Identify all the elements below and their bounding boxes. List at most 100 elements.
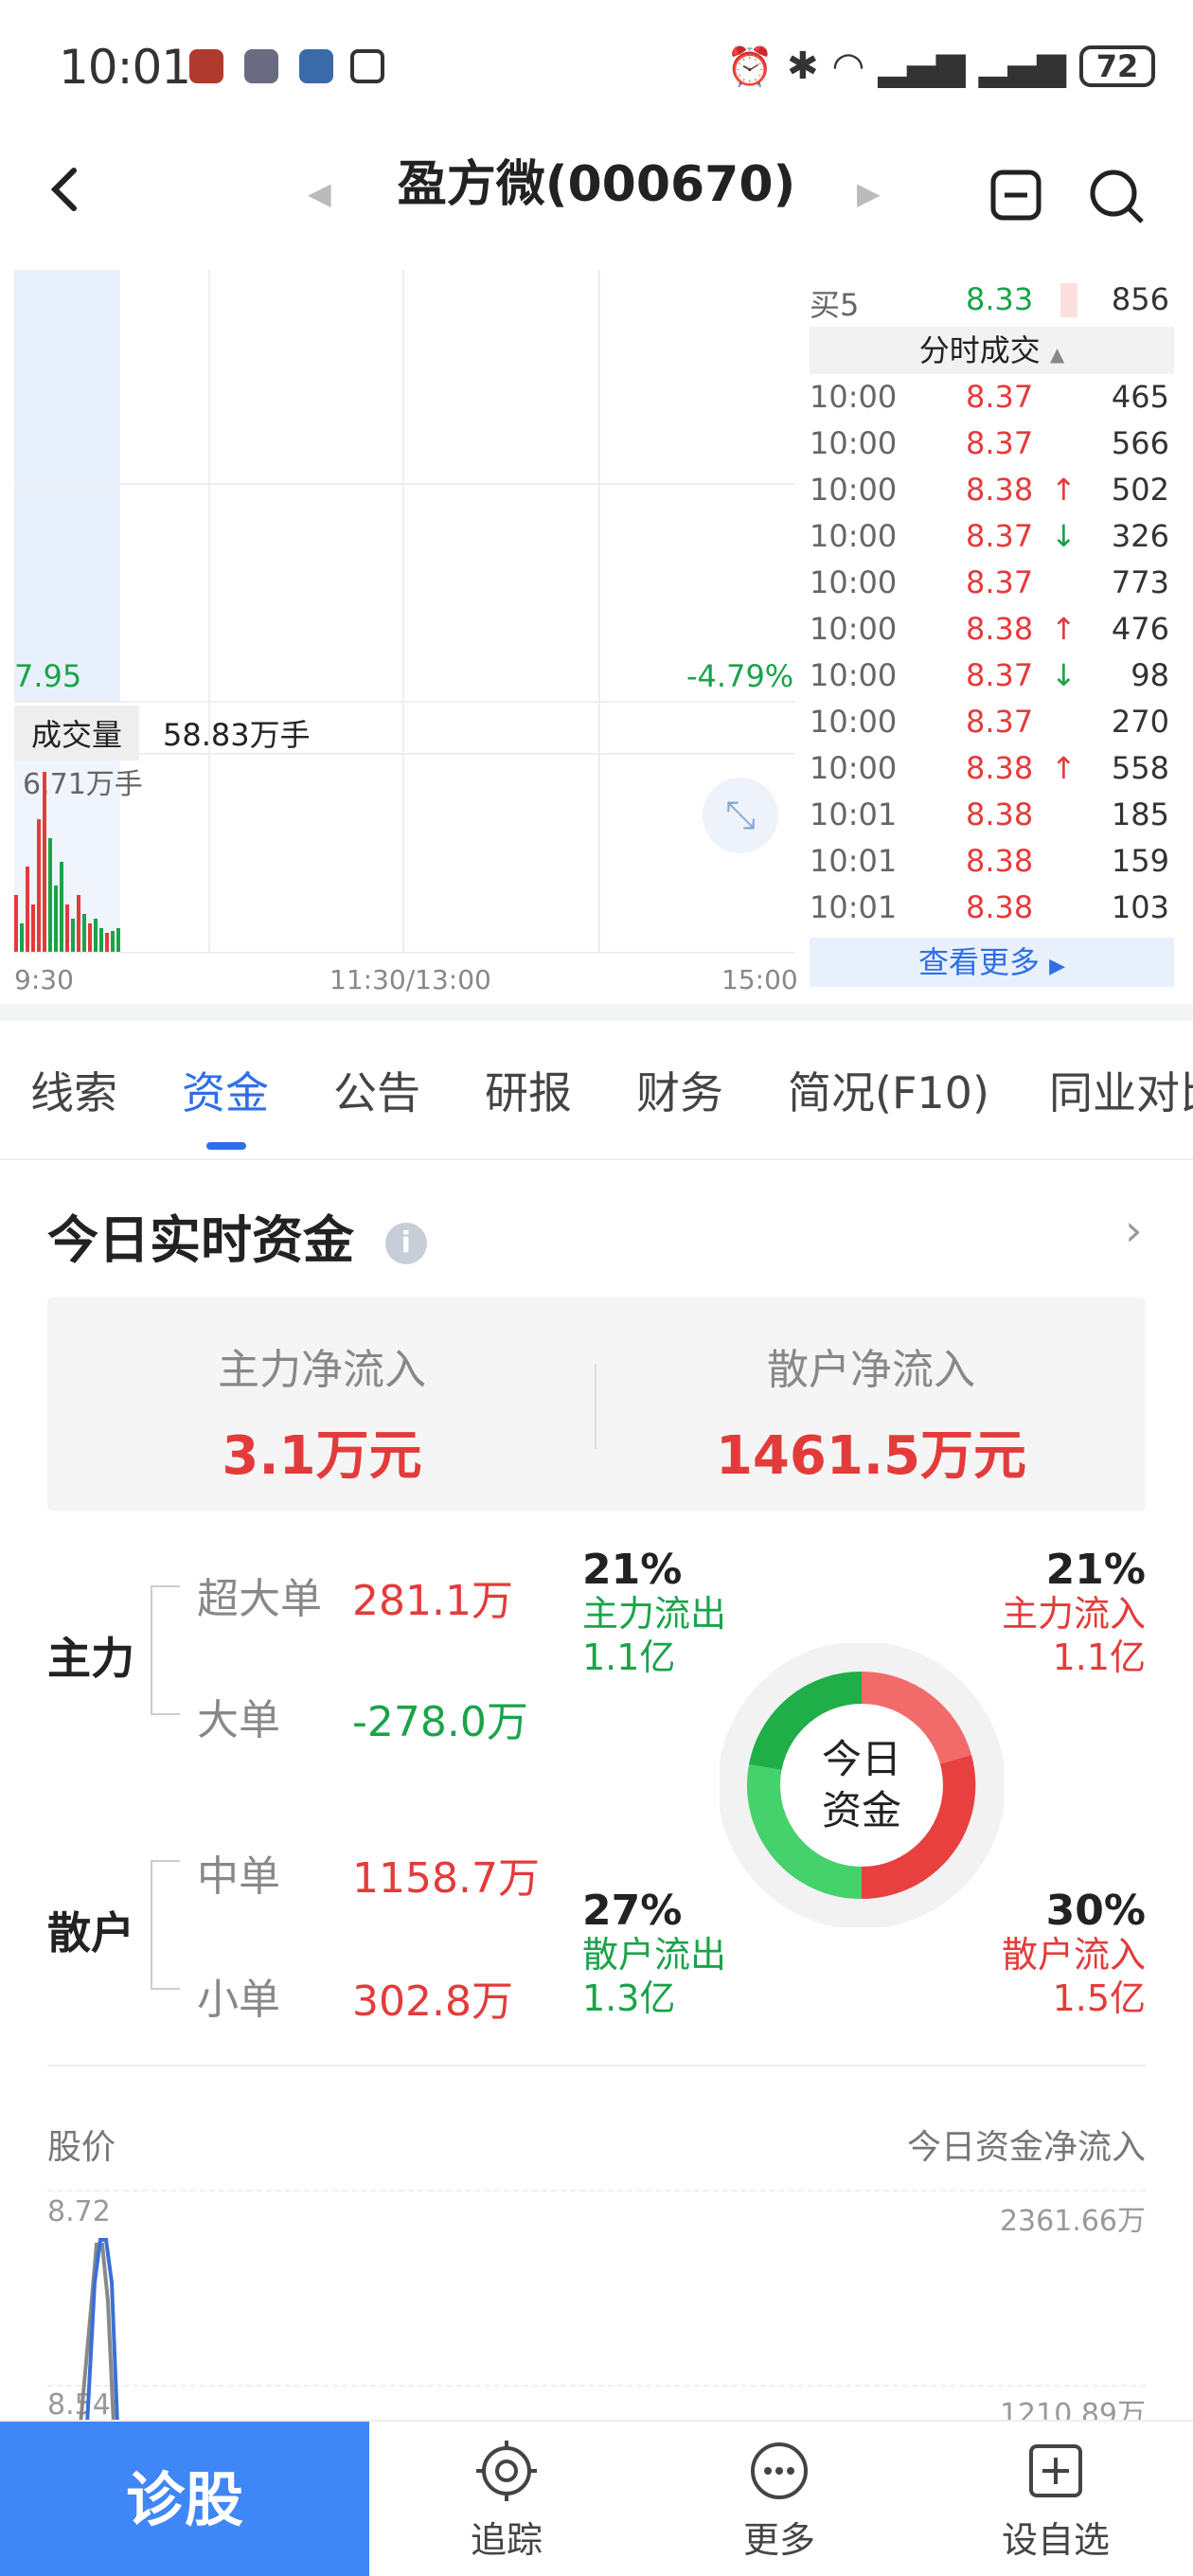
tab-bar: 线索 资金 公告 研报 财务 简况(F10) 同业对比: [0, 1004, 1193, 1160]
signal-icon: ▂▄▆: [878, 45, 966, 88]
diagnose-button[interactable]: 诊股: [0, 2422, 369, 2576]
trade-row: 10:00 8.37 566: [810, 425, 1184, 472]
trade-price: 8.38: [966, 889, 1034, 925]
trade-price: 8.37: [966, 518, 1034, 554]
add-icon: [1029, 2444, 1082, 2497]
grid-line: [14, 952, 795, 954]
tree-lines: [151, 1585, 180, 1990]
trade-price: 8.37: [966, 425, 1034, 461]
app-notification-icon: [244, 49, 278, 83]
minimize-icon[interactable]: [989, 169, 1042, 222]
app-notification-icon: [299, 49, 333, 83]
trade-price: 8.38: [966, 796, 1034, 832]
grid-line: [47, 2190, 1146, 2191]
medium-value: 1158.7万: [352, 1854, 540, 1903]
sort-up-icon: ▲: [1049, 343, 1065, 366]
trade-row: 10:00 8.38 ↑ 502: [810, 472, 1184, 518]
trade-volume: 476: [1111, 611, 1169, 647]
trade-row: 10:01 8.38 185: [810, 796, 1184, 843]
trade-time: 10:00: [810, 472, 898, 508]
tab-research[interactable]: 研报: [485, 1059, 572, 1121]
trade-price: 8.38: [966, 611, 1034, 647]
trade-volume: 566: [1111, 425, 1169, 461]
trade-volume: 465: [1111, 379, 1169, 415]
flow-chart-lines: [79, 2238, 119, 2424]
price-low-label: 7.95: [14, 658, 82, 694]
retail-group-label: 散户: [47, 1907, 134, 1959]
funds-donut-chart[interactable]: 今日 资金: [718, 1641, 1006, 1929]
grid-line: [14, 701, 795, 703]
tab-active-indicator: [206, 1142, 246, 1150]
trades-header[interactable]: 分时成交 ▲: [810, 327, 1174, 374]
arrow-down-icon: ↓: [1051, 518, 1077, 554]
trade-row: 10:00 8.38 ↑ 558: [810, 750, 1184, 796]
expand-button[interactable]: ⤡: [703, 778, 778, 853]
retail-inflow: 30% 散户流入 1.5亿: [1001, 1887, 1146, 2020]
track-button[interactable]: 追踪: [417, 2422, 596, 2576]
flow-chart-left-title: 股价: [47, 2128, 116, 2167]
trade-time: 10:00: [810, 518, 898, 554]
main-outflow: 21% 主力流出 1.1亿: [582, 1546, 727, 1679]
target-icon: [476, 2441, 537, 2501]
trade-time: 10:01: [810, 843, 898, 879]
divider: [47, 2065, 1146, 2066]
trade-price: 8.38: [966, 472, 1034, 508]
alarm-icon: ⏰: [726, 45, 774, 89]
grid-line: [402, 270, 404, 952]
info-icon[interactable]: i: [384, 1223, 427, 1265]
tab-finance[interactable]: 财务: [636, 1059, 723, 1121]
trade-row: 10:00 8.37 270: [810, 704, 1184, 750]
x-axis-label: 11:30/13:00: [329, 964, 491, 995]
small-value: 302.8万: [352, 1977, 513, 2026]
large-label: 大单: [197, 1696, 280, 1744]
tab-announcements[interactable]: 公告: [333, 1059, 420, 1121]
tab-overview[interactable]: 简况(F10): [788, 1059, 989, 1121]
add-watchlist-button[interactable]: 设自选: [966, 2422, 1146, 2576]
donut-center-label: 今日 资金: [821, 1736, 901, 1834]
next-stock-icon[interactable]: ▶: [857, 175, 881, 211]
tab-funds[interactable]: 资金: [182, 1059, 269, 1121]
trade-time: 10:00: [810, 657, 898, 693]
trade-row: 10:00 8.37 ↓ 98: [810, 657, 1184, 704]
x-axis-label: 9:30: [14, 964, 74, 995]
y-axis-label: 2361.66万: [999, 2205, 1146, 2238]
wifi-icon: ◠: [831, 45, 865, 88]
intraday-chart[interactable]: 7.95 -4.79% 成交量 58.83万手 6.71万手 ⤡ 9:30 11…: [0, 270, 800, 1004]
grid-line: [598, 270, 600, 952]
volume-bars: [14, 772, 120, 952]
super-large-value: 281.1万: [352, 1577, 513, 1625]
main-inflow: 21% 主力流入 1.1亿: [1001, 1546, 1146, 1679]
chevron-right-icon[interactable]: ›: [1125, 1205, 1142, 1256]
trade-volume: 773: [1111, 564, 1169, 600]
grid-line: [208, 270, 210, 952]
medium-label: 中单: [197, 1852, 280, 1901]
status-time: 10:01: [59, 40, 191, 95]
trade-row: 10:00 8.37 773: [810, 564, 1184, 611]
grid-line: [14, 483, 795, 485]
chart-highlight: [14, 270, 120, 701]
trade-time: 10:00: [810, 750, 898, 786]
more-icon: [751, 2442, 808, 2499]
see-more-button[interactable]: 查看更多 ▶: [810, 938, 1174, 987]
arrow-down-icon: ↓: [1051, 657, 1077, 693]
trade-time: 10:00: [810, 425, 898, 461]
search-icon[interactable]: [1087, 167, 1146, 225]
trade-row: 10:00 8.37 ↓ 326: [810, 518, 1184, 564]
trade-price: 8.38: [966, 750, 1034, 786]
nfc-icon: [350, 49, 384, 83]
trade-volume: 159: [1111, 843, 1169, 879]
arrow-up-icon: ↑: [1051, 750, 1077, 786]
order-book-row: 买5 8.33 856: [810, 281, 1169, 323]
tab-peers[interactable]: 同业对比: [1049, 1059, 1193, 1121]
grid-line: [47, 2385, 1146, 2387]
trade-row: 10:01 8.38 103: [810, 889, 1184, 936]
tab-clues[interactable]: 线索: [30, 1059, 117, 1121]
x-axis-label: 15:00: [721, 964, 798, 995]
signal-icon: ▂▄▆: [978, 45, 1066, 88]
trade-price: 8.37: [966, 657, 1034, 693]
trade-price: 8.37: [966, 379, 1034, 415]
more-button[interactable]: 更多: [689, 2422, 869, 2576]
trade-time: 10:01: [810, 889, 898, 925]
trade-time: 10:01: [810, 796, 898, 832]
arrow-up-icon: ↑: [1051, 611, 1077, 647]
